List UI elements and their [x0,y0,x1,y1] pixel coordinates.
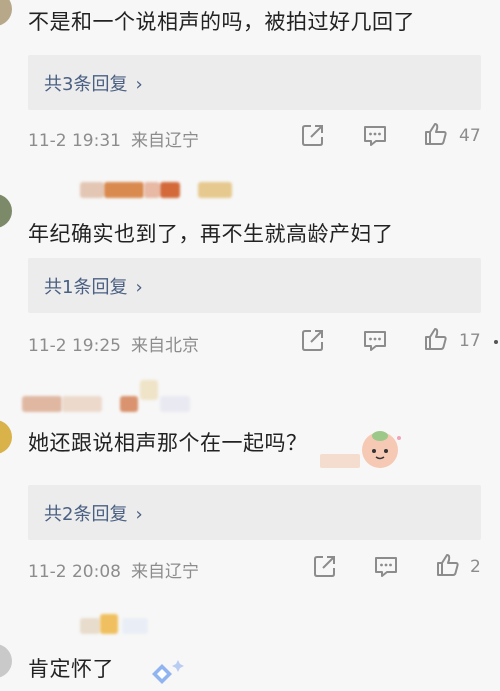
reply-count-link[interactable]: 共3条回复 › [44,70,143,96]
thumbs-up-icon[interactable] [435,552,461,578]
comments-list: 不是和一个说相声的吗，被拍过好几回了 共3条回复 › 11-2 19:31 来自辽宁… [0,0,500,691]
comment-text: 不是和一个说相声的吗，被拍过好几回了 [28,10,415,34]
avatar[interactable] [0,0,12,26]
like-count: 17 [459,331,481,351]
comment-text: 年纪确实也到了，再不生就高龄产妇了 [28,222,394,246]
location: 来自辽宁 [130,562,199,582]
comment-meta: 11-2 20:08 来自辽宁 [28,557,199,582]
reply-count-label: 共2条回复 [44,504,128,525]
timestamp: 11-2 19:31 [28,131,121,151]
avatar[interactable] [0,644,12,678]
share-icon[interactable] [300,122,326,148]
reply-count-label: 共1条回复 [44,277,128,298]
more-dot [494,340,498,344]
reply-summary[interactable]: 共2条回复 › [28,485,481,540]
share-icon[interactable] [312,553,338,579]
chevron-right-icon: › [135,74,143,95]
comment-icon[interactable] [362,327,388,353]
share-icon[interactable] [300,327,326,353]
timestamp: 11-2 19:25 [28,336,121,356]
reply-summary[interactable]: 共3条回复 › [28,55,481,110]
reply-count-label: 共3条回复 [44,74,128,95]
chevron-right-icon: › [135,277,143,298]
like-count: 47 [459,126,481,146]
comment-text: 她还跟说相声那个在一起吗？ [28,431,308,455]
reply-summary[interactable]: 共1条回复 › [28,258,481,313]
chevron-right-icon: › [135,504,143,525]
thumbs-up-icon[interactable] [423,326,449,352]
reply-count-link[interactable]: 共1条回复 › [44,273,143,299]
timestamp: 11-2 20:08 [28,562,121,582]
comment-icon[interactable] [373,553,399,579]
comment-meta: 11-2 19:25 来自北京 [28,331,199,356]
comment-text: 肯定怀了 [28,657,114,681]
sparkle-badge-icon [152,660,184,684]
reply-count-link[interactable]: 共2条回复 › [44,500,143,526]
comment-meta: 11-2 19:31 来自辽宁 [28,126,199,151]
location: 来自北京 [130,336,199,356]
thumbs-up-icon[interactable] [423,121,449,147]
avatar[interactable] [0,420,12,454]
avatar[interactable] [0,194,12,228]
location: 来自辽宁 [130,131,199,151]
comment-icon[interactable] [362,122,388,148]
peach-sticker-icon [320,431,401,468]
like-count: 2 [470,557,481,577]
